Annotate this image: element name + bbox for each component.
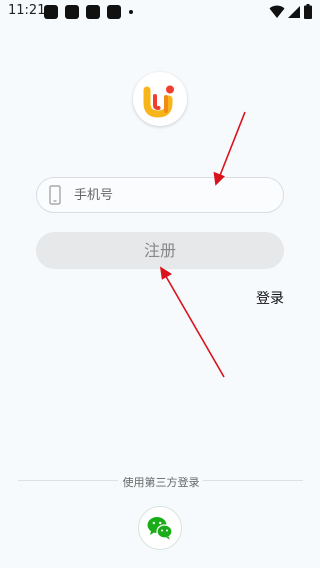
notification-icon [107, 5, 121, 19]
more-notifications-icon [129, 10, 133, 14]
phone-input[interactable] [74, 178, 274, 212]
annotation-arrow-phone [218, 111, 246, 179]
wifi-icon [269, 5, 285, 18]
wechat-icon [147, 517, 173, 540]
app-logo-icon [143, 85, 174, 118]
wechat-login-button[interactable] [138, 506, 182, 550]
battery-icon [304, 4, 312, 19]
divider-left [18, 480, 118, 481]
notification-icon [65, 5, 79, 19]
app-logo [133, 72, 187, 126]
status-bar: 11:21 [0, 0, 320, 24]
signal-icon [288, 6, 300, 18]
phone-field[interactable] [36, 177, 284, 213]
register-button[interactable]: 注册 [36, 232, 284, 269]
annotation-arrowhead-register [159, 266, 173, 280]
notification-icon [86, 5, 100, 19]
divider-right [203, 480, 303, 481]
phone-icon [49, 185, 61, 205]
notification-icon [44, 5, 58, 19]
annotation-arrow-register [163, 272, 225, 378]
login-link[interactable]: 登录 [256, 288, 284, 308]
third-party-login-label: 使用第三方登录 [122, 476, 200, 489]
status-time: 11:21 [8, 3, 46, 18]
